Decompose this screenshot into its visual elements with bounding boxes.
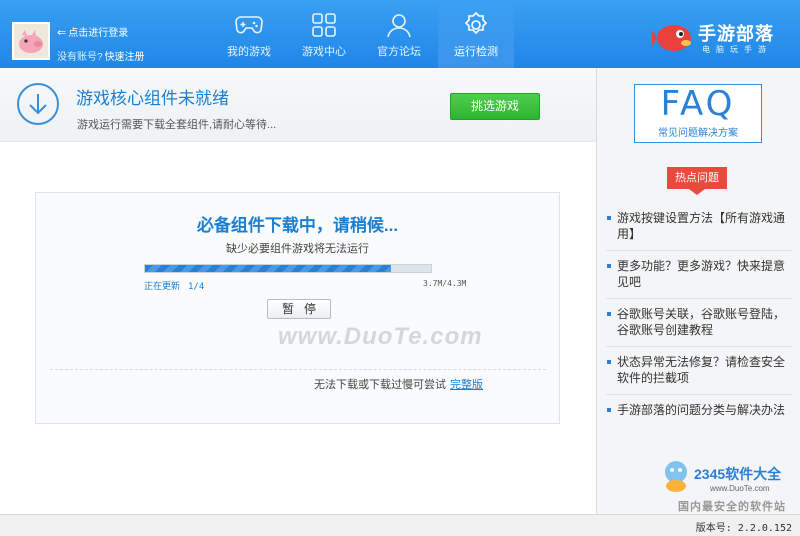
- tab-game-center[interactable]: 游戏中心: [286, 0, 362, 68]
- download-size: 3.7M/4.3M: [423, 279, 467, 288]
- fallback-text: 无法下载或下载过慢可尝试: [314, 379, 446, 391]
- question-item[interactable]: 手游部落的问题分类与解决办法: [606, 402, 792, 426]
- gamepad-icon: [234, 11, 264, 39]
- avatar[interactable]: [12, 22, 50, 60]
- brand-sub: 电脑玩手游: [702, 45, 772, 54]
- site-brand-name: 2345软件大全: [694, 466, 782, 482]
- login-text: 点击进行登录: [68, 28, 129, 39]
- update-status: 正在更新 1/4: [144, 279, 212, 292]
- status-bar: 版本号: 2.2.0.152: [0, 514, 800, 536]
- brand-logo: 手游部落 电脑玩手游: [650, 14, 790, 60]
- hot-questions-badge: 热点问题: [667, 167, 727, 195]
- divider: [50, 369, 546, 370]
- banner-subtitle: 游戏运行需要下载全套组件,请耐心等待...: [77, 119, 277, 131]
- site-brand-url: www.DuoTe.com: [710, 484, 770, 493]
- question-item[interactable]: 状态异常无法修复？请检查安全软件的拦截项: [606, 354, 792, 395]
- main-content: 游戏核心组件未就绪 游戏运行需要下载全套组件,请耐心等待... 挑选游戏 必备组…: [0, 68, 596, 514]
- fish-mascot-icon: [652, 25, 691, 51]
- banner-title: 游戏核心组件未就绪: [76, 89, 229, 108]
- download-title: 必备组件下载中，请稍候...: [196, 216, 399, 235]
- tab-run-check[interactable]: 运行检测: [438, 0, 514, 68]
- mascot-icon: [665, 461, 687, 492]
- watermark: www.DuoTe.com: [278, 323, 483, 350]
- login-link[interactable]: ⇐ 点击进行登录: [57, 24, 128, 39]
- pig-avatar-icon: [19, 30, 43, 53]
- fallback-line: 无法下载或下载过慢可尝试 完整版: [314, 376, 483, 392]
- download-icon: [17, 83, 59, 125]
- site-brand-slogan: 国内最安全的软件站: [678, 501, 786, 513]
- status-step: 1/4: [188, 282, 205, 292]
- user-icon: [384, 11, 414, 39]
- faq-title: FAQ: [660, 84, 736, 124]
- progress-bar: [144, 264, 432, 273]
- tab-label: 游戏中心: [302, 46, 346, 58]
- no-account-text: 没有账号?: [57, 52, 103, 63]
- tab-my-games[interactable]: 我的游戏: [211, 0, 287, 68]
- download-panel: 必备组件下载中，请稍候... 缺少必要组件游戏将无法运行 正在更新 1/4 3.7…: [35, 192, 560, 424]
- grid-icon: [309, 11, 339, 39]
- status-label: 正在更新: [144, 282, 181, 292]
- tab-label: 我的游戏: [227, 46, 271, 58]
- status-banner: 游戏核心组件未就绪 游戏运行需要下载全套组件,请耐心等待... 挑选游戏: [0, 68, 596, 142]
- site-watermark-logo: 2345软件大全 www.DuoTe.com 国内最安全的软件站: [660, 452, 800, 513]
- title-bar: ⇐ 点击进行登录 没有账号? 快速注册 我的游戏 游戏中心 官方论坛 运行检测 手游…: [0, 0, 800, 68]
- tab-label: 官方论坛: [377, 46, 421, 58]
- question-item[interactable]: 游戏按键设置方法【所有游戏通用】: [606, 210, 792, 251]
- tab-label: 运行检测: [454, 46, 498, 58]
- faq-subtitle: 常见问题解决方案: [658, 128, 738, 139]
- download-subtitle: 缺少必要组件游戏将无法运行: [226, 243, 369, 255]
- version-label: 版本号: 2.2.0.152: [695, 523, 792, 534]
- register-link[interactable]: 快速注册: [105, 52, 145, 63]
- question-item[interactable]: 更多功能？更多游戏？快来提意见吧: [606, 258, 792, 299]
- gear-icon: [461, 11, 491, 39]
- pause-button[interactable]: 暂停: [267, 299, 331, 319]
- pick-game-button[interactable]: 挑选游戏: [450, 93, 540, 120]
- faq-box[interactable]: FAQ 常见问题解决方案: [634, 84, 762, 143]
- tab-forum[interactable]: 官方论坛: [361, 0, 437, 68]
- sidebar: FAQ 常见问题解决方案 热点问题 游戏按键设置方法【所有游戏通用】 更多功能？…: [596, 68, 800, 514]
- brand-name: 手游部落: [698, 24, 774, 44]
- back-arrow-icon: ⇐: [57, 27, 67, 39]
- progress-fill: [145, 265, 391, 272]
- full-version-link[interactable]: 完整版: [450, 379, 483, 391]
- question-list: 游戏按键设置方法【所有游戏通用】 更多功能？更多游戏？快来提意见吧 谷歌账号关联…: [606, 210, 792, 433]
- question-item[interactable]: 谷歌账号关联，谷歌账号登陆，谷歌账号创建教程: [606, 306, 792, 347]
- register-line: 没有账号? 快速注册: [57, 48, 145, 63]
